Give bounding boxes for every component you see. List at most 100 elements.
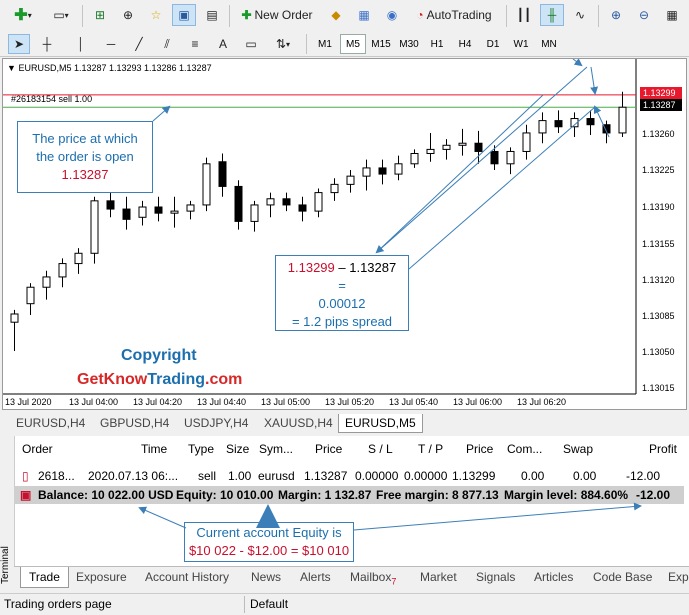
- open-price-arrow: [152, 105, 171, 122]
- terminal-window-icon: ▣: [178, 8, 190, 22]
- text-label-button[interactable]: ▭: [240, 34, 262, 54]
- tab-signals[interactable]: Signals: [476, 567, 515, 587]
- fibonacci-button[interactable]: ≡: [184, 34, 206, 54]
- tab-gbpusd-h4[interactable]: GBPUSD,H4: [94, 414, 175, 432]
- candle-bear: [282, 198, 291, 206]
- vertical-line-button[interactable]: │: [70, 34, 92, 54]
- timeframe-mn[interactable]: MN: [536, 34, 562, 54]
- market-watch-button[interactable]: ⊞: [88, 4, 112, 26]
- tab-account-history[interactable]: Account History: [145, 567, 229, 587]
- tab-usdjpy-h4[interactable]: USDJPY,H4: [178, 414, 254, 432]
- tab-code-base[interactable]: Code Base: [593, 567, 652, 587]
- signals-button[interactable]: ▦: [352, 4, 376, 26]
- price-axis: 1.13299 1.13287 1.13260 1.13225 1.13190 …: [636, 59, 686, 411]
- open-price-annotation: The price at which the order is open 1.1…: [17, 121, 153, 193]
- time-tick: 13 Jul 06:20: [517, 397, 567, 407]
- arrows-button[interactable]: ⇅ ▾: [268, 34, 298, 54]
- col-symbol[interactable]: Sym...: [259, 442, 293, 456]
- tab-exposure[interactable]: Exposure: [76, 567, 127, 587]
- col-order[interactable]: Order: [22, 442, 53, 456]
- crosshair-target-icon: ⊕: [122, 8, 134, 22]
- horizontal-line-icon: ─: [106, 37, 116, 51]
- col-size[interactable]: Size: [226, 442, 249, 456]
- profiles-button[interactable]: ▭ ▾: [46, 4, 76, 26]
- price-tick: 1.13085: [642, 311, 675, 321]
- candlestick-chart-button[interactable]: ╫: [540, 4, 564, 26]
- balance-row: ▣ Balance: 10 022.00 USD Equity: 10 010.…: [14, 486, 684, 504]
- timeframe-m30[interactable]: M30: [396, 34, 422, 54]
- col-profit[interactable]: Profit: [649, 442, 677, 456]
- candle-bull: [250, 204, 259, 222]
- terminal-button[interactable]: ▣: [172, 4, 196, 26]
- timeframe-h1[interactable]: H1: [424, 34, 450, 54]
- tab-trade[interactable]: Trade: [20, 567, 69, 588]
- tile-windows-button[interactable]: ▦: [660, 4, 684, 26]
- timeframe-w1[interactable]: W1: [508, 34, 534, 54]
- tab-experts[interactable]: Exp: [668, 567, 689, 587]
- col-time[interactable]: Time: [141, 442, 167, 456]
- bar-chart-button[interactable]: ┃┃: [512, 4, 536, 26]
- broadcast-icon: ◉: [386, 8, 398, 22]
- autotrading-icon: ◔: [416, 8, 424, 22]
- time-tick: 13 Jul 05:20: [325, 397, 375, 407]
- metaeditor-button[interactable]: ◆: [324, 4, 348, 26]
- price-chart[interactable]: ▼ EURUSD,M5 1.13287 1.13293 1.13286 1.13…: [2, 58, 687, 410]
- tab-eurusd-h4[interactable]: EURUSD,H4: [10, 414, 91, 432]
- text-a-icon: A: [218, 37, 227, 51]
- chart-menu-triangle-icon: ▼: [7, 63, 16, 73]
- status-left-text: Trading orders page: [4, 597, 112, 611]
- status-bar: Trading orders page Default: [0, 593, 689, 615]
- col-swap[interactable]: Swap: [563, 442, 593, 456]
- tab-news[interactable]: News: [251, 567, 281, 587]
- broadcast-button[interactable]: ◉: [380, 4, 404, 26]
- book-icon: ◆: [331, 8, 341, 22]
- new-order-button[interactable]: ✚ New Order: [235, 4, 319, 26]
- equidistant-channel-button[interactable]: ⫽: [156, 34, 178, 54]
- candle-bear: [234, 185, 243, 222]
- tab-market[interactable]: Market: [420, 567, 457, 587]
- col-tp[interactable]: T / P: [418, 442, 443, 456]
- candle-bear: [154, 206, 163, 214]
- candle-bull: [266, 198, 275, 206]
- candle-bear: [218, 161, 227, 187]
- drawing-toolbar: ➤ ┼ │ ─ ╱ ⫽ ≡ A ▭ ⇅ ▾ M1 M5 M15 M30 H1 H4…: [0, 32, 689, 57]
- col-sl[interactable]: S / L: [368, 442, 393, 456]
- autotrading-button[interactable]: ◔ AutoTrading: [408, 4, 500, 26]
- candle-bull: [26, 286, 35, 305]
- trendline-button[interactable]: ╱: [128, 34, 150, 54]
- col-type[interactable]: Type: [188, 442, 214, 456]
- timeframe-h4[interactable]: H4: [452, 34, 478, 54]
- timeframe-m5[interactable]: M5: [340, 34, 366, 54]
- spread-arrow-3: [408, 106, 596, 270]
- zoom-in-button[interactable]: ⊕: [604, 4, 628, 26]
- col-price[interactable]: Price: [315, 442, 342, 456]
- candle-bull: [346, 175, 355, 185]
- crosshair-button[interactable]: ┼: [36, 34, 58, 54]
- text-tool-button[interactable]: A: [212, 34, 234, 54]
- cursor-button[interactable]: ➤: [8, 34, 30, 54]
- tester-button[interactable]: ▤: [200, 4, 224, 26]
- plus-icon: ✚: [14, 7, 28, 24]
- col-commission[interactable]: Com...: [507, 442, 542, 456]
- zoom-out-button[interactable]: ⊖: [632, 4, 656, 26]
- table-row[interactable]: ▯ 2618... 2020.07.13 06:... sell 1.00 eu…: [14, 466, 684, 486]
- new-chart-button[interactable]: ✚ ▾: [6, 4, 40, 26]
- tab-eurusd-m5[interactable]: EURUSD,M5: [338, 414, 423, 433]
- tab-mailbox[interactable]: Mailbox7: [350, 567, 396, 587]
- text-label-icon: ▭: [245, 37, 257, 51]
- timeframe-m1[interactable]: M1: [312, 34, 338, 54]
- horizontal-line-button[interactable]: ─: [100, 34, 122, 54]
- candle-bull: [426, 148, 435, 155]
- tab-xauusd-h4[interactable]: XAUUSD,H4: [258, 414, 339, 432]
- col-price-current[interactable]: Price: [466, 442, 493, 456]
- timeframe-m15[interactable]: M15: [368, 34, 394, 54]
- candle-bull: [362, 167, 371, 177]
- navigator-button[interactable]: ⊕: [116, 4, 140, 26]
- timeframe-d1[interactable]: D1: [480, 34, 506, 54]
- signals-icon: ▦: [358, 8, 370, 22]
- tab-articles[interactable]: Articles: [534, 567, 573, 587]
- favorites-button[interactable]: ☆: [144, 4, 168, 26]
- tab-alerts[interactable]: Alerts: [300, 567, 331, 587]
- zoom-out-icon: ⊖: [638, 8, 650, 22]
- line-chart-button[interactable]: ∿: [568, 4, 592, 26]
